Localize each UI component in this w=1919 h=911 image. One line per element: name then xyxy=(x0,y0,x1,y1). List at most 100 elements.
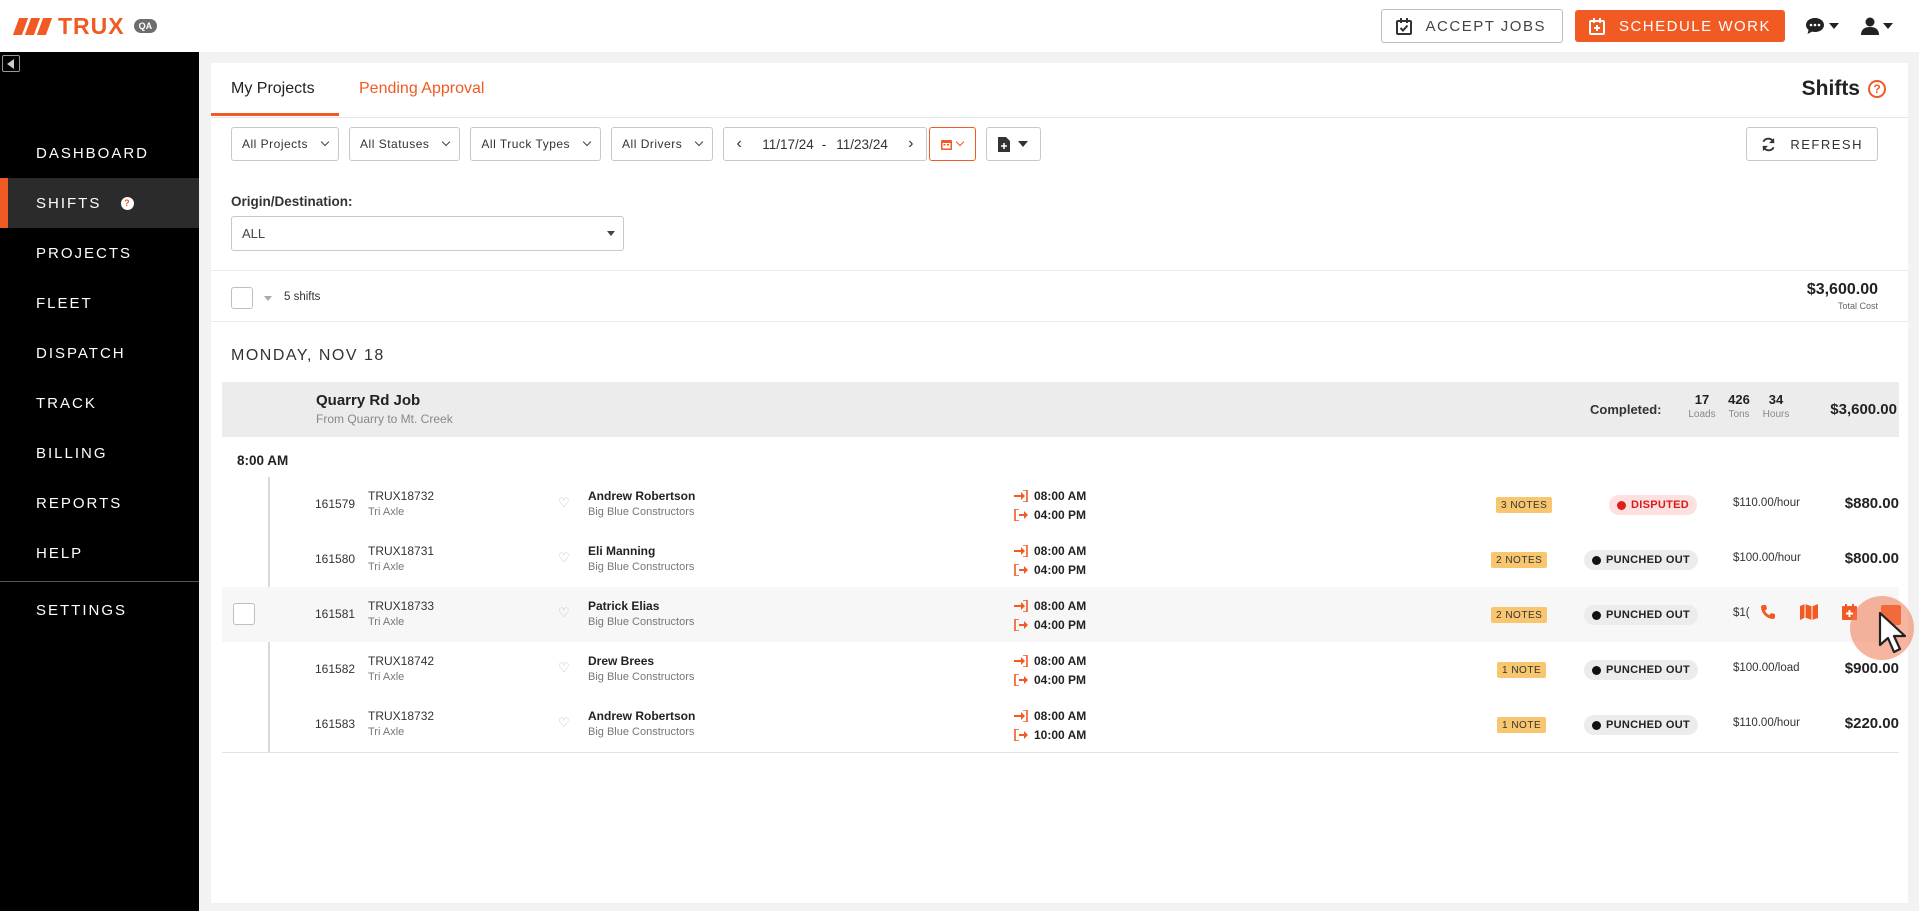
caret-down-icon xyxy=(607,231,615,236)
driver-info: Patrick Elias Big Blue Constructors xyxy=(588,599,694,628)
trux-logo[interactable]: TRUX QA xyxy=(12,13,158,40)
shifts-panel: My Projects Pending Approval Shifts ? Al… xyxy=(211,63,1908,903)
truck-number: TRUX18742 xyxy=(368,654,435,668)
sidebar-item-shifts[interactable]: SHIFTS? xyxy=(0,178,199,228)
heart-icon[interactable]: ♡ xyxy=(558,550,570,566)
truck-number: TRUX18731 xyxy=(368,544,435,558)
question-circle-icon[interactable]: ? xyxy=(1868,80,1886,98)
sidebar-item-label: SETTINGS xyxy=(36,601,128,619)
sidebar-item-billing[interactable]: BILLING xyxy=(0,428,199,478)
sidebar-item-projects[interactable]: PROJECTS xyxy=(0,228,199,278)
chevron-down-icon xyxy=(1883,23,1893,29)
sidebar-item-label: REPORTS xyxy=(36,494,123,512)
punch-in-icon xyxy=(1014,709,1028,722)
punch-in-time: 08:00 AM xyxy=(1034,653,1087,668)
export-dropdown-button[interactable] xyxy=(985,127,1041,161)
truck-type: Tri Axle xyxy=(368,616,405,628)
shift-list: 161579 TRUX18732 Tri Axle ♡ Andrew Robert… xyxy=(222,477,1901,753)
help-badge-icon[interactable]: ? xyxy=(121,196,135,210)
truck-types-filter-label: All Truck Types xyxy=(481,137,571,151)
notes-badge[interactable]: 1 NOTE xyxy=(1497,662,1547,678)
driver-info: Drew Brees Big Blue Constructors xyxy=(588,654,694,683)
shift-count: 5 shifts xyxy=(284,291,321,303)
punch-out-time: 04:00 PM xyxy=(1034,617,1087,632)
calendar-check-icon xyxy=(1395,17,1412,35)
caret-down-icon[interactable] xyxy=(264,296,272,301)
punch-out-time: 10:00 AM xyxy=(1034,727,1087,742)
sidebar-item-track[interactable]: TRACK xyxy=(0,378,199,428)
heart-icon[interactable]: ♡ xyxy=(558,495,570,511)
table-row[interactable]: 161579 TRUX18732 Tri Axle ♡ Andrew Robert… xyxy=(222,477,1899,532)
rate: $100.00/load xyxy=(1733,662,1800,674)
previous-week-icon[interactable]: ‹ xyxy=(724,135,754,153)
punch-in-icon xyxy=(1014,489,1028,502)
status-badge: PUNCHED OUT xyxy=(1584,605,1698,625)
sidebar-item-label: FLEET xyxy=(36,294,93,312)
heart-icon[interactable]: ♡ xyxy=(558,715,570,731)
collapse-sidebar-icon[interactable] xyxy=(2,55,20,72)
chevron-down-icon xyxy=(956,137,965,147)
date-range-picker: ‹ 11/17/24 - 11/23/24 › xyxy=(723,127,927,161)
truck-info: TRUX18731 Tri Axle xyxy=(368,544,434,573)
notes-badge[interactable]: 2 NOTES xyxy=(1491,552,1548,568)
completed-label: Completed: xyxy=(1590,402,1662,417)
notes-badge[interactable]: 3 NOTES xyxy=(1496,497,1553,513)
truck-info: TRUX18742 Tri Axle xyxy=(368,654,434,683)
driver-name: Patrick Elias xyxy=(588,599,660,613)
punch-out-icon xyxy=(1014,563,1028,576)
truck-info: TRUX18733 Tri Axle xyxy=(368,599,434,628)
refresh-label: REFRESH xyxy=(1790,136,1863,152)
select-all-checkbox[interactable] xyxy=(231,287,253,309)
statuses-filter[interactable]: All Statuses xyxy=(349,127,461,161)
notes-badge[interactable]: 1 NOTE xyxy=(1497,717,1547,733)
tab-pending-approval[interactable]: Pending Approval xyxy=(359,80,484,98)
sidebar-divider xyxy=(0,581,199,582)
date-start[interactable]: 11/17/24 xyxy=(762,137,814,152)
driver-name: Drew Brees xyxy=(588,654,655,668)
heart-icon[interactable]: ♡ xyxy=(558,660,570,676)
sidebar-item-settings[interactable]: SETTINGS xyxy=(0,585,199,635)
heart-icon[interactable]: ♡ xyxy=(558,605,570,621)
calendar-dropdown-button[interactable] xyxy=(928,127,976,161)
origin-destination-value: ALL xyxy=(242,226,266,241)
table-row[interactable]: 161580 TRUX18731 Tri Axle ♡ Eli Manning Bi… xyxy=(222,532,1899,587)
drivers-filter[interactable]: All Drivers xyxy=(611,127,714,161)
rate: $110.00/hour xyxy=(1733,717,1800,729)
notes-badge[interactable]: 2 NOTES xyxy=(1491,607,1548,623)
date-end[interactable]: 11/23/24 xyxy=(836,137,888,152)
user-menu[interactable] xyxy=(1861,17,1893,35)
next-week-icon[interactable]: › xyxy=(896,135,926,153)
chevron-down-icon xyxy=(1018,141,1029,147)
schedule-work-button[interactable]: SCHEDULE WORK xyxy=(1574,10,1785,42)
shift-id: 161579 xyxy=(315,497,356,511)
sidebar: DASHBOARD SHIFTS? PROJECTS FLEET DISPATC… xyxy=(0,52,199,911)
phone-icon[interactable] xyxy=(1760,604,1776,625)
sidebar-item-help[interactable]: HELP xyxy=(0,528,199,578)
status-text: PUNCHED OUT xyxy=(1606,719,1690,731)
sidebar-item-dashboard[interactable]: DASHBOARD xyxy=(0,128,199,178)
origin-destination-select[interactable]: ALL xyxy=(231,216,624,251)
job-header[interactable]: Quarry Rd Job From Quarry to Mt. Creek C… xyxy=(222,382,1899,437)
sidebar-item-fleet[interactable]: FLEET xyxy=(0,278,199,328)
truck-info: TRUX18732 Tri Axle xyxy=(368,709,434,738)
schedule-work-label: SCHEDULE WORK xyxy=(1618,17,1771,35)
table-row[interactable]: 161583 TRUX18732 Tri Axle ♡ Andrew Robert… xyxy=(222,697,1899,752)
accept-jobs-button[interactable]: ACCEPT JOBS xyxy=(1380,9,1563,43)
driver-name: Andrew Robertson xyxy=(588,709,696,723)
active-tab-indicator xyxy=(211,113,339,116)
shift-id: 161580 xyxy=(315,552,356,566)
driver-company: Big Blue Constructors xyxy=(588,506,695,518)
status-badge: PUNCHED OUT xyxy=(1584,715,1698,735)
refresh-button[interactable]: REFRESH xyxy=(1746,127,1878,161)
sidebar-item-reports[interactable]: REPORTS xyxy=(0,478,199,528)
row-checkbox[interactable] xyxy=(233,603,255,625)
projects-filter[interactable]: All Projects xyxy=(231,127,340,161)
tab-my-projects[interactable]: My Projects xyxy=(231,80,315,116)
map-icon[interactable] xyxy=(1800,604,1818,625)
job-route: From Quarry to Mt. Creek xyxy=(316,412,453,426)
sidebar-item-dispatch[interactable]: DISPATCH xyxy=(0,328,199,378)
table-row[interactable]: 161581 TRUX18733 Tri Axle ♡ Patrick Elias… xyxy=(222,587,1901,642)
truck-types-filter[interactable]: All Truck Types xyxy=(470,127,602,161)
messages-menu[interactable] xyxy=(1805,17,1839,35)
table-row[interactable]: 161582 TRUX18742 Tri Axle ♡ Drew Brees Big… xyxy=(222,642,1899,697)
